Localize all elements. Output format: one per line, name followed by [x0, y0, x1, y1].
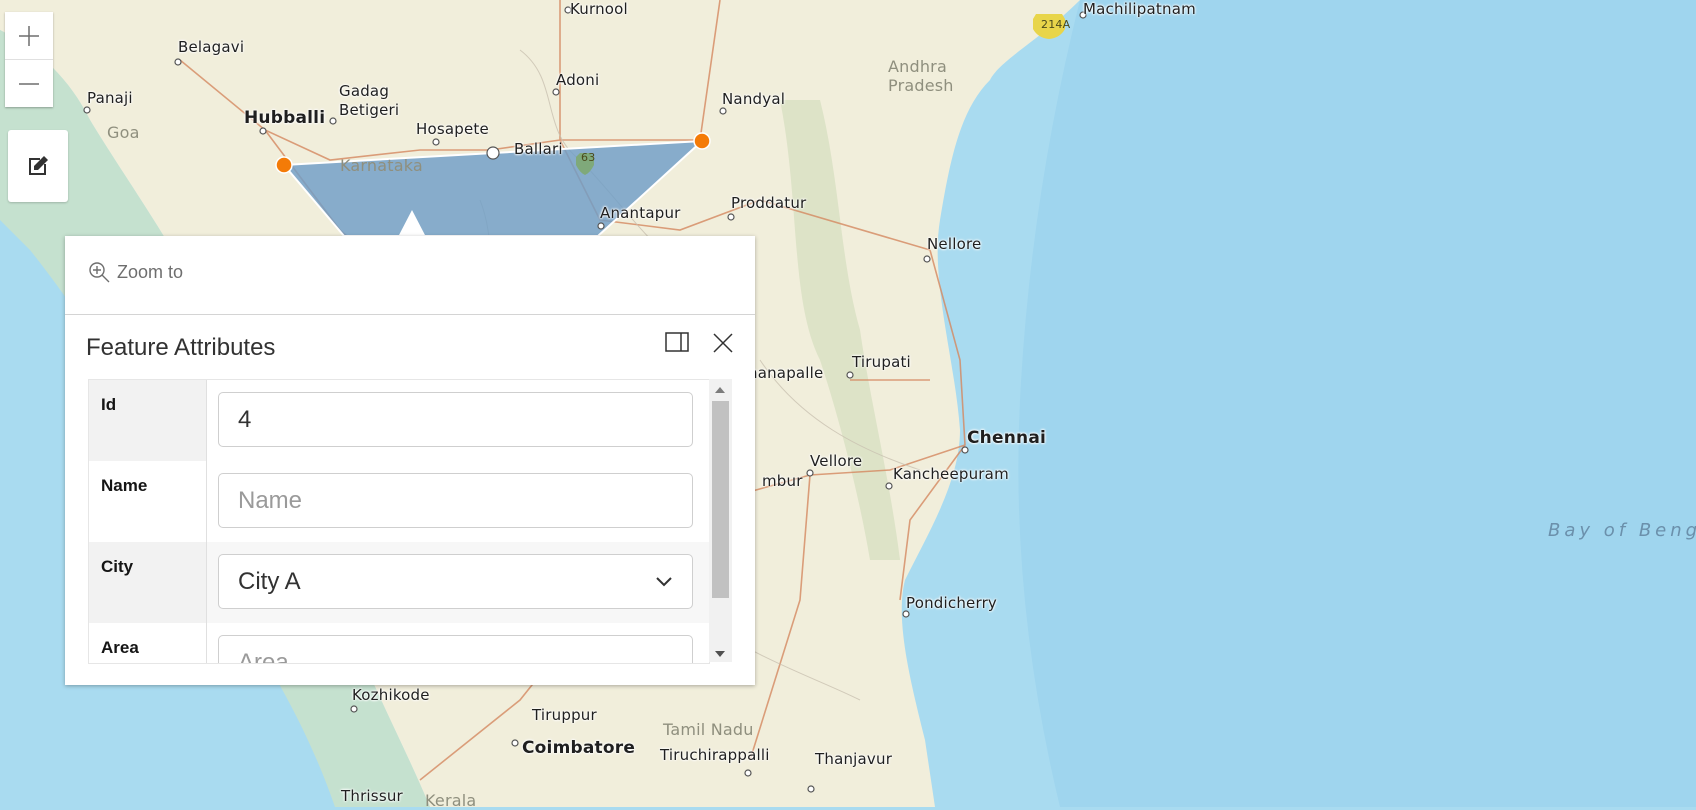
map-label: Bay of Beng — [1548, 520, 1696, 541]
scrollbar[interactable] — [709, 379, 732, 662]
map-label: Andhra — [888, 57, 947, 76]
plus-icon — [19, 25, 39, 46]
zoom-out-button[interactable] — [5, 59, 53, 107]
feature-popup: Zoom to Feature Attributes Id Name City … — [65, 236, 755, 685]
table-row: City City A — [89, 542, 709, 624]
attributes-table[interactable]: Id Name City City A Area — [88, 379, 710, 664]
edit-button[interactable] — [8, 130, 68, 202]
map-label: Pradesh — [888, 76, 954, 95]
popup-pointer — [398, 210, 426, 237]
map-label: Anantapur — [600, 204, 681, 222]
chevron-down-icon — [656, 576, 672, 586]
attribute-key-cell: Name — [89, 461, 207, 542]
map-label: Tiruppur — [532, 706, 597, 724]
map-label: Betigeri — [339, 101, 400, 119]
map-label: Goa — [107, 123, 140, 142]
map-label: Tamil Nadu — [663, 720, 754, 739]
dock-icon — [665, 332, 689, 352]
map-label: Vellore — [810, 452, 863, 470]
attribute-key-name: Name — [101, 476, 148, 495]
highway-shield-label: 63 — [581, 151, 596, 164]
divider — [65, 314, 755, 315]
table-row: Id — [89, 380, 709, 462]
zoom-to-label: Zoom to — [117, 261, 184, 282]
attribute-key-city: City — [101, 557, 134, 576]
map-label: Hubballi — [244, 108, 326, 128]
minus-icon — [19, 82, 39, 85]
highway-shield-label: 214A — [1041, 18, 1071, 31]
map-label: Gadag — [339, 82, 390, 100]
map-label: mbur — [762, 472, 803, 490]
map-label: Panaji — [87, 89, 133, 107]
close-button[interactable] — [711, 331, 735, 360]
map-label: Karnataka — [340, 156, 423, 175]
map-label: Tiruchirappalli — [660, 746, 770, 764]
map-label: Thanjavur — [815, 750, 893, 768]
attribute-key-id: Id — [101, 395, 117, 414]
table-row: Name — [89, 461, 709, 543]
dock-button[interactable] — [665, 332, 689, 357]
map-label: Belagavi — [178, 38, 245, 56]
map-label: Hosapete — [416, 120, 489, 138]
scrollbar-thumb[interactable] — [712, 401, 729, 598]
scroll-down-arrow[interactable] — [715, 651, 725, 657]
map-label: Thrissur — [341, 787, 403, 805]
attribute-key-cell: Area — [89, 623, 207, 663]
map-label: Proddatur — [731, 194, 807, 212]
area-field[interactable] — [218, 635, 693, 663]
zoom-in-magnifier-icon — [89, 262, 110, 283]
map-label: nanapalle — [748, 364, 824, 382]
map-label: Pondicherry — [906, 594, 998, 612]
scroll-up-arrow[interactable] — [715, 387, 725, 393]
popup-title: Feature Attributes — [86, 334, 276, 361]
map-label: Tirupati — [852, 353, 911, 371]
attribute-key-cell: Id — [89, 380, 207, 461]
attribute-key-cell: City — [89, 542, 207, 623]
id-field[interactable] — [218, 392, 693, 447]
city-select[interactable]: City A — [218, 554, 693, 609]
attribute-key-area: Area — [101, 638, 139, 657]
map-label: Nellore — [927, 235, 982, 253]
zoom-to-action[interactable]: Zoom to — [87, 260, 183, 284]
city-select-value: City A — [238, 567, 301, 595]
map-label: Adoni — [556, 71, 600, 89]
map-label: Nandyal — [722, 90, 786, 108]
zoom-controls — [5, 12, 53, 107]
edit-icon — [29, 156, 48, 175]
map-label: Chennai — [967, 428, 1047, 448]
map-label: Ballari — [514, 140, 563, 158]
table-row: Area — [89, 623, 709, 663]
close-icon — [713, 333, 733, 353]
map-label: Kerala — [425, 791, 477, 810]
map-label: Kozhikode — [352, 686, 430, 704]
map-label: Machilipatnam — [1083, 0, 1196, 18]
map-label: Kancheepuram — [893, 465, 1009, 483]
name-field[interactable] — [218, 473, 693, 528]
map-label: Coimbatore — [522, 738, 636, 758]
map-label: Kurnool — [570, 0, 628, 18]
zoom-in-button[interactable] — [5, 12, 53, 59]
